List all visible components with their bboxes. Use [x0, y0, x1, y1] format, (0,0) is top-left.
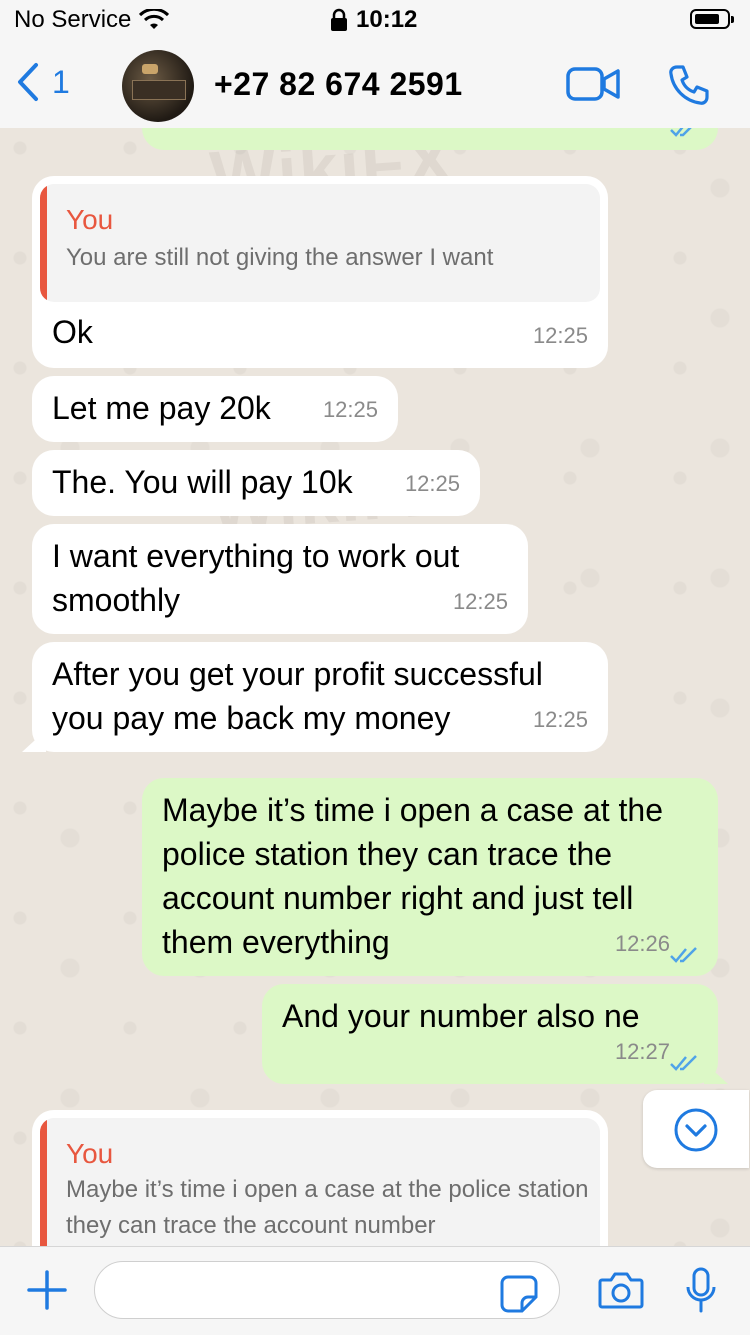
message-bubble-incoming[interactable]: After you get your profit successful you…	[22, 642, 608, 752]
message-time: 12:25	[452, 589, 508, 614]
message-text: Ok	[52, 314, 93, 350]
message-text: I want everything to work out smoothly	[52, 538, 460, 618]
message-text: And your number also ne	[282, 998, 640, 1034]
read-ticks-icon	[670, 1055, 697, 1071]
status-clock-group: 10:12	[330, 6, 417, 34]
quote-author: You	[66, 204, 114, 235]
message-bubble-incoming[interactable]: The. You will pay 10k 12:25	[32, 450, 480, 516]
message-text: The. You will pay 10k	[52, 464, 353, 500]
message-time: 12:25	[532, 323, 588, 348]
status-carrier-group: No Service	[14, 6, 170, 34]
message-time: 12:26	[614, 931, 670, 956]
back-button[interactable]: 1	[16, 62, 70, 102]
status-time: 10:12	[356, 6, 418, 33]
message-bubble-incoming[interactable]: Let me pay 20k 12:25	[32, 376, 398, 442]
message-time: 12:23	[615, 128, 670, 140]
message-bubble-outgoing[interactable]: Maybe it’s time i open a case at the pol…	[142, 778, 718, 976]
back-unread-count: 1	[52, 63, 70, 100]
carrier-label: No Service	[14, 6, 132, 33]
status-bar: No Service 10:12	[0, 0, 750, 40]
lock-icon	[331, 8, 347, 31]
composer-bar	[0, 1246, 750, 1335]
back-chevron-icon	[18, 63, 38, 101]
plus-icon[interactable]	[26, 1269, 68, 1311]
message-text: After you get your profit successful you…	[52, 656, 543, 736]
scroll-down-icon	[674, 1108, 718, 1152]
message-bubble-outgoing[interactable]: And your number also ne 12:27	[262, 984, 728, 1084]
message-text: Let me pay 20k	[52, 390, 271, 426]
message-time: 12:25	[404, 471, 460, 496]
phone-call-icon[interactable]	[668, 64, 710, 106]
quote-text: You are still not giving the answer I wa…	[66, 244, 494, 271]
avatar[interactable]	[122, 50, 194, 122]
sticker-icon[interactable]	[500, 1275, 538, 1313]
read-ticks-icon	[670, 128, 692, 137]
quote-author: You	[66, 1138, 114, 1169]
message-bubble-incoming[interactable]: You You are still not giving the answer …	[32, 176, 608, 368]
message-input[interactable]	[94, 1261, 560, 1319]
chat-header: 1 +27 82 674 2591	[0, 40, 750, 129]
quoted-reply[interactable]: You You are still not giving the answer …	[40, 184, 600, 302]
message-time: 12:25	[532, 707, 588, 732]
message-time: 12:27	[614, 1039, 670, 1064]
scroll-to-bottom-button[interactable]	[643, 1090, 749, 1168]
message-bubble-incoming[interactable]: You Maybe it’s time i open a case at the…	[32, 1110, 608, 1246]
chat-area[interactable]: WikiFX WikiFX WikiFX WikiFX 12:23 You Yo…	[0, 128, 750, 1246]
quoted-reply[interactable]: You Maybe it’s time i open a case at the…	[40, 1118, 600, 1246]
microphone-icon[interactable]	[684, 1267, 718, 1315]
video-call-icon[interactable]	[566, 66, 620, 102]
message-bubble-incoming[interactable]: I want everything to work out smoothly 1…	[32, 524, 528, 634]
contact-name[interactable]: +27 82 674 2591	[214, 66, 463, 103]
message-bubble-outgoing-partial[interactable]: 12:23	[142, 128, 718, 150]
wifi-icon	[139, 9, 170, 29]
message-time: 12:25	[322, 397, 378, 422]
quote-text: Maybe it’s time i open a case at the pol…	[66, 1176, 589, 1239]
battery-icon	[690, 9, 734, 29]
read-ticks-icon	[670, 947, 697, 963]
camera-icon[interactable]	[598, 1271, 644, 1309]
